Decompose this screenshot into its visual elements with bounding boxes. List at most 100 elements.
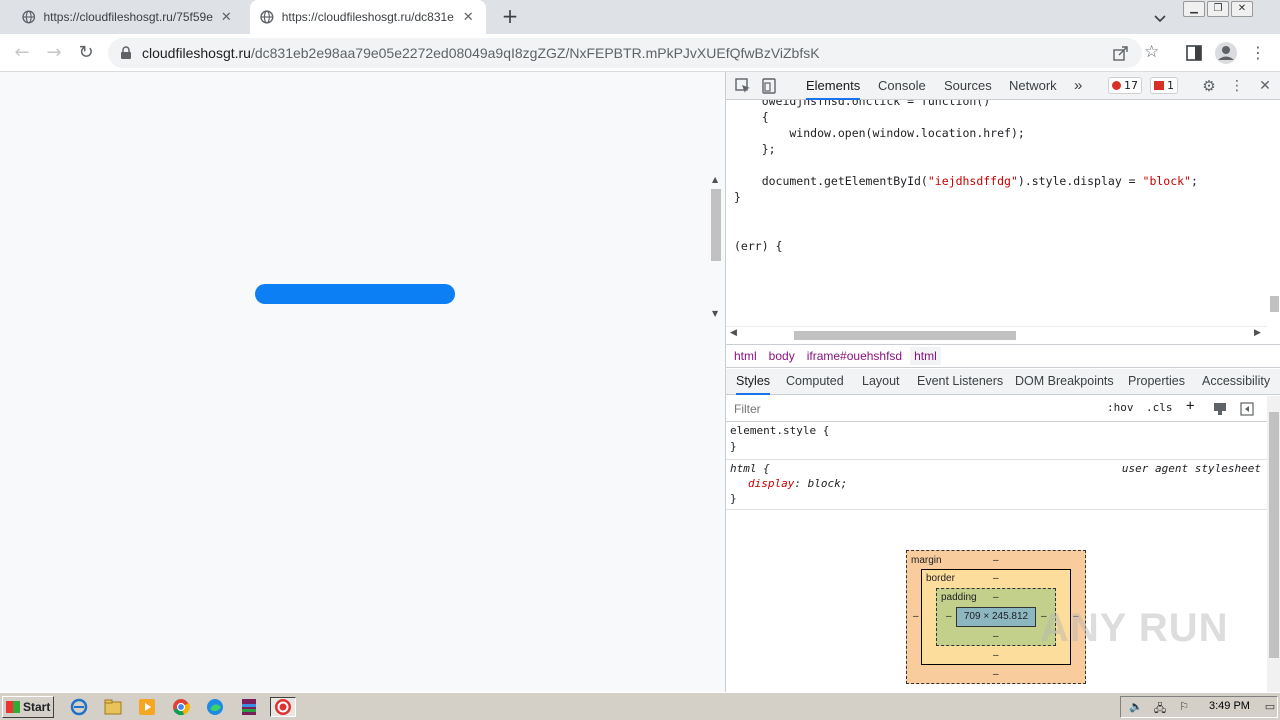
minimize-icon[interactable]: ▁ — [1183, 1, 1205, 17]
media-player-icon[interactable] — [136, 697, 158, 717]
error-count: 17 — [1124, 79, 1138, 92]
scrollbar-thumb[interactable] — [1270, 296, 1279, 312]
settings-gear-icon[interactable]: ⚙ — [1200, 77, 1218, 95]
code-vertical-scrollbar[interactable] — [1267, 100, 1280, 326]
scrollbar-thumb[interactable] — [1269, 412, 1279, 658]
tab-sources[interactable]: Sources — [944, 72, 992, 100]
close-window-icon[interactable]: ✕ — [1231, 1, 1253, 17]
hov-toggle[interactable]: :hov — [1107, 401, 1134, 414]
issues-count: 1 — [1167, 79, 1174, 92]
styles-subtabs: Styles Computed Layout Event Listeners D… — [726, 369, 1280, 395]
profile-avatar-icon[interactable] — [1214, 41, 1238, 65]
share-icon[interactable] — [1112, 44, 1130, 62]
chrome-icon[interactable] — [170, 697, 192, 717]
forward-arrow-icon[interactable]: → — [42, 41, 66, 65]
breadcrumb-iframe[interactable]: iframe#ouehshfsd — [803, 347, 906, 365]
breadcrumb-html-selected[interactable]: html — [910, 347, 941, 365]
more-tabs-icon[interactable]: » — [1074, 72, 1082, 100]
margin-label: margin — [911, 555, 942, 566]
styles-scrollbar[interactable] — [1267, 396, 1280, 692]
breadcrumb-html[interactable]: html — [730, 347, 761, 365]
side-panel-icon[interactable] — [1185, 44, 1203, 62]
taskbar-clock[interactable]: 3:49 PM — [1209, 700, 1250, 712]
scrollbar-thumb[interactable] — [711, 189, 721, 261]
globe-icon — [260, 10, 274, 24]
styles-filter-input[interactable] — [730, 399, 1098, 419]
computed-styles-icon[interactable] — [1213, 402, 1227, 416]
scroll-left-arrow-icon[interactable]: ◀ — [730, 328, 737, 338]
toggle-sidebar-icon[interactable] — [1240, 402, 1254, 416]
close-devtools-icon[interactable]: ✕ — [1256, 77, 1274, 95]
browser-tab-2[interactable]: https://cloudfileshosgt.ru/dc831eb2 ✕ — [250, 0, 486, 34]
scrollbar-thumb[interactable] — [794, 331, 1016, 340]
tab-console[interactable]: Console — [878, 72, 926, 100]
winrar-icon[interactable] — [238, 697, 260, 717]
windows-taskbar: Start 🔈 🖧 ⚐ 3:49 PM ▭ — [0, 692, 1280, 720]
code-horizontal-scrollbar[interactable]: ◀ ▶ — [726, 326, 1267, 342]
device-toolbar-icon[interactable] — [760, 77, 778, 95]
border-label: border — [926, 573, 955, 584]
tab-event-listeners[interactable]: Event Listeners — [917, 369, 1003, 395]
start-button[interactable]: Start — [2, 696, 54, 718]
close-tab-icon[interactable]: ✕ — [460, 10, 476, 25]
rule-source: user agent stylesheet — [1121, 462, 1261, 475]
new-tab-button[interactable]: + — [498, 5, 522, 29]
volume-icon[interactable]: 🔈 — [1129, 700, 1143, 714]
back-arrow-icon[interactable]: ← — [10, 41, 34, 65]
tab-properties[interactable]: Properties — [1128, 369, 1185, 395]
system-tray: 🔈 🖧 ⚐ 3:49 PM ▭ — [1120, 696, 1278, 718]
tab-elements[interactable]: Elements — [806, 72, 861, 100]
close-tab-icon[interactable]: ✕ — [219, 10, 234, 25]
box-model-padding[interactable]: padding – – – – 709 × 245.812 — [936, 588, 1056, 646]
restore-icon[interactable]: ❐ — [1207, 1, 1229, 17]
action-center-flag-icon[interactable]: ⚐ — [1177, 700, 1191, 714]
code-string: "iejdhsdffdg" — [927, 174, 1018, 188]
windows-logo-icon — [6, 701, 20, 713]
breadcrumb-body[interactable]: body — [765, 347, 799, 365]
inspect-element-icon[interactable] — [734, 77, 752, 95]
active-app-icon[interactable] — [270, 697, 296, 717]
show-desktop-icon[interactable]: ▭ — [1263, 700, 1277, 714]
lock-icon[interactable] — [120, 46, 132, 60]
margin-left-value: – — [913, 611, 919, 622]
file-explorer-icon[interactable] — [102, 697, 124, 717]
tab-computed[interactable]: Computed — [786, 369, 844, 395]
tab-layout[interactable]: Layout — [862, 369, 900, 395]
browser-menu-icon[interactable]: ⋮ — [1246, 41, 1270, 65]
iframe-scrollbar[interactable]: ▲ ▼ — [709, 175, 723, 321]
rule-selector[interactable]: element.style { — [730, 424, 829, 437]
browser-tab-1[interactable]: https://cloudfileshosgt.ru/75f59e116 ✕ — [12, 0, 244, 34]
tab-styles[interactable]: Styles — [736, 369, 771, 395]
bookmark-star-icon[interactable]: ☆ — [1144, 42, 1159, 62]
rule-declaration: display: block; — [748, 477, 847, 490]
tab-network[interactable]: Network — [1009, 72, 1057, 100]
reload-icon[interactable]: ↻ — [74, 41, 98, 65]
box-model-content[interactable]: 709 × 245.812 — [956, 607, 1036, 627]
tab-accessibility[interactable]: Accessibility — [1202, 369, 1270, 395]
scroll-down-arrow-icon[interactable]: ▼ — [712, 309, 718, 318]
margin-bottom-value: – — [993, 669, 999, 680]
blue-bar-element[interactable] — [255, 284, 455, 304]
styles-filter-bar: :hov .cls + — [726, 396, 1267, 422]
scroll-right-arrow-icon[interactable]: ▶ — [1254, 328, 1261, 338]
dom-breadcrumb: html body iframe#ouehshfsd html — [726, 344, 1280, 368]
internet-explorer-icon[interactable] — [68, 697, 90, 717]
cls-toggle[interactable]: .cls — [1146, 401, 1173, 414]
tab-search-icon[interactable] — [1150, 8, 1170, 28]
scroll-up-arrow-icon[interactable]: ▲ — [712, 175, 718, 184]
error-count-badge[interactable]: 17 — [1108, 77, 1142, 94]
url-text[interactable]: cloudfileshosgt.ru/dc831eb2e98aa79e05e22… — [142, 45, 820, 61]
browser-toolbar: ← → ↻ cloudfileshosgt.ru/dc831eb2e98aa79… — [0, 34, 1280, 72]
css-property-value: : block; — [794, 477, 848, 490]
new-style-rule-icon[interactable]: + — [1186, 398, 1194, 414]
network-icon[interactable]: 🖧 — [1153, 700, 1167, 715]
issues-count-badge[interactable]: 1 — [1150, 77, 1178, 94]
padding-left-value: – — [946, 611, 952, 622]
code-string: "block" — [1142, 174, 1191, 188]
border-top-value: – — [993, 573, 999, 584]
source-code-view[interactable]: oweidjhsfhsd.onclick = function() { wind… — [726, 100, 1267, 326]
edge-icon[interactable] — [204, 697, 226, 717]
address-bar[interactable]: cloudfileshosgt.ru/dc831eb2e98aa79e05e22… — [108, 38, 1159, 68]
devtools-menu-icon[interactable]: ⋮ — [1228, 77, 1246, 95]
tab-dom-breakpoints[interactable]: DOM Breakpoints — [1015, 369, 1114, 395]
